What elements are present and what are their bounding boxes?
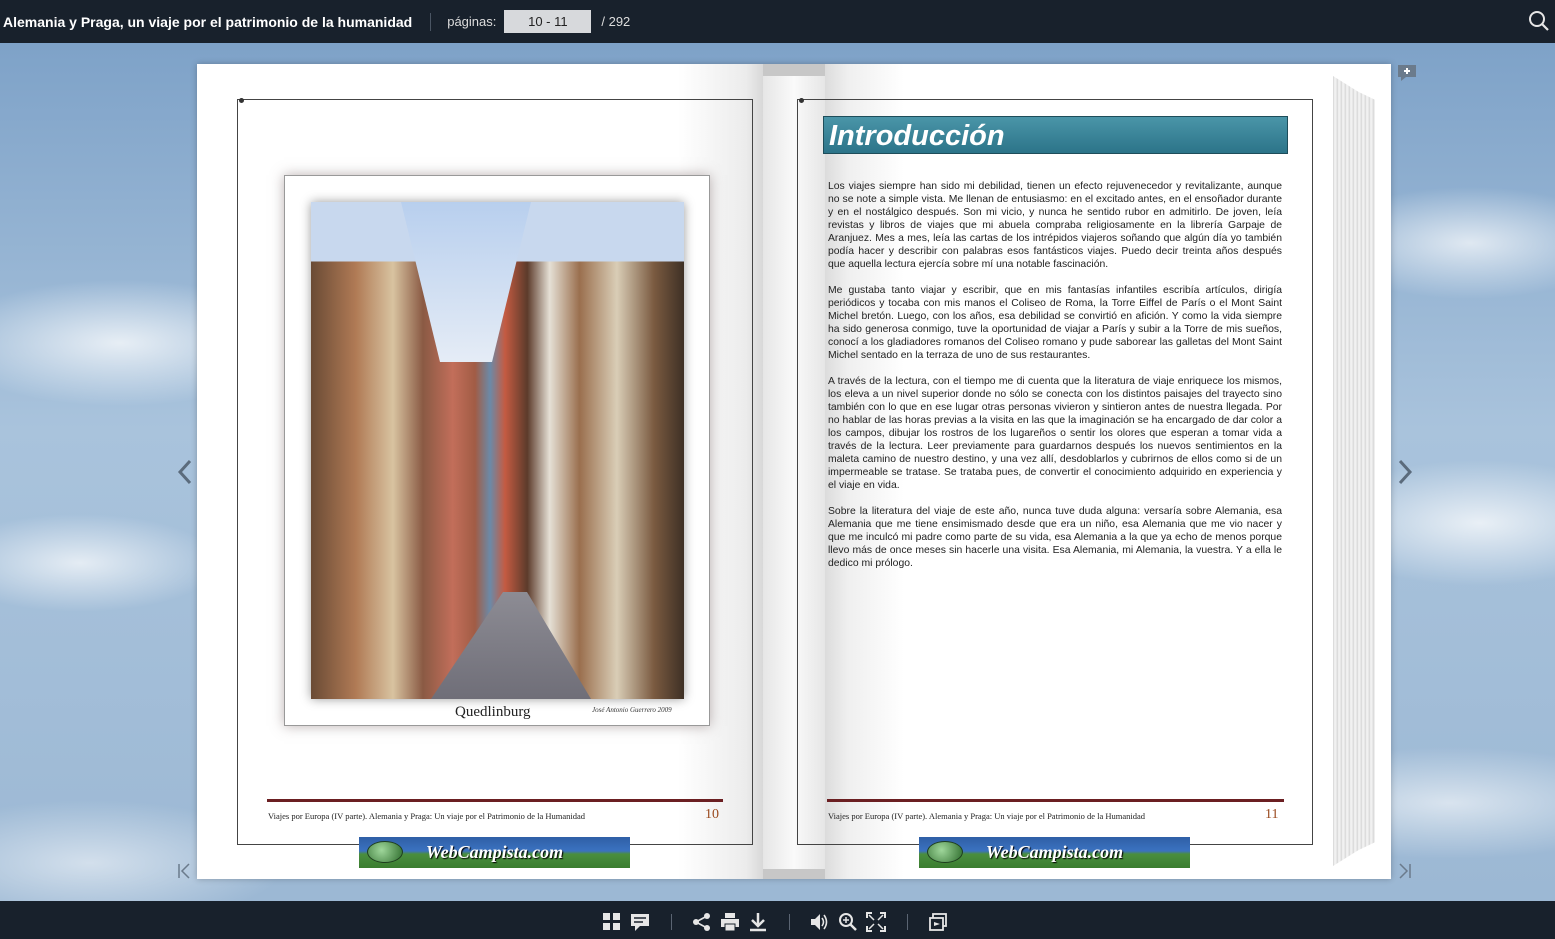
sound-icon[interactable] bbox=[809, 912, 829, 932]
fullscreen-icon[interactable] bbox=[866, 912, 886, 932]
photo-card: Quedlinburg José Antonio Guerrero 2009 bbox=[284, 175, 710, 726]
intro-text: Los viajes siempre han sido mi debilidad… bbox=[828, 180, 1282, 583]
left-page[interactable]: Quedlinburg José Antonio Guerrero 2009 V… bbox=[197, 64, 763, 879]
photo-street bbox=[431, 592, 591, 699]
section-heading: Introducción bbox=[823, 116, 1288, 154]
paragraph: Sobre la literatura del viaje de este añ… bbox=[828, 506, 1282, 569]
webcampista-banner[interactable]: WebCampista.com bbox=[359, 837, 630, 868]
footer-text: Viajes por Europa (IV parte). Alemania y… bbox=[268, 811, 586, 821]
banner-text: WebCampista.com bbox=[985, 842, 1124, 862]
toolbar-divider bbox=[907, 914, 908, 930]
toolbar-divider bbox=[789, 914, 790, 930]
zoom-icon[interactable] bbox=[838, 912, 858, 932]
globe-icon bbox=[927, 841, 963, 863]
globe-icon bbox=[367, 841, 403, 863]
page-number: 11 bbox=[1265, 807, 1279, 822]
page-edges bbox=[1333, 76, 1375, 866]
title-divider bbox=[430, 12, 432, 31]
first-page-icon[interactable] bbox=[176, 862, 194, 880]
spine-bottom bbox=[763, 869, 825, 879]
last-page-icon[interactable] bbox=[1395, 862, 1413, 880]
search-icon[interactable] bbox=[1528, 10, 1550, 32]
download-icon[interactable] bbox=[748, 912, 768, 932]
page-number: 10 bbox=[705, 807, 719, 822]
add-note-icon[interactable] bbox=[1397, 64, 1417, 82]
pages-icon[interactable] bbox=[928, 912, 948, 932]
webcampista-banner[interactable]: WebCampista.com bbox=[919, 837, 1190, 868]
photo-credit: José Antonio Guerrero 2009 bbox=[592, 706, 672, 714]
next-page-arrow-icon[interactable] bbox=[1394, 455, 1416, 489]
photo-sky bbox=[401, 202, 531, 362]
corner-mark bbox=[239, 98, 244, 103]
page-total: / 292 bbox=[601, 14, 631, 29]
bottom-toolbar bbox=[0, 901, 1555, 939]
previous-page-arrow-icon[interactable] bbox=[174, 455, 196, 489]
paragraph: A través de la lectura, con el tiempo me… bbox=[828, 376, 1282, 491]
footer-rule bbox=[827, 799, 1284, 802]
banner-text: WebCampista.com bbox=[425, 842, 564, 862]
footer-rule bbox=[267, 799, 723, 802]
top-bar: Alemania y Praga, un viaje por el patrim… bbox=[0, 0, 1555, 43]
street-photo bbox=[311, 202, 684, 699]
photo-caption: Quedlinburg bbox=[455, 704, 531, 720]
pages-label: páginas: bbox=[447, 14, 497, 29]
thumbnails-icon[interactable] bbox=[602, 912, 622, 932]
spine-top bbox=[763, 64, 825, 76]
book-title: Alemania y Praga, un viaje por el patrim… bbox=[3, 13, 413, 30]
paragraph: Me gustaba tanto viajar y escribir, que … bbox=[828, 285, 1282, 361]
share-icon[interactable] bbox=[692, 912, 712, 932]
toolbar-divider bbox=[671, 914, 672, 930]
paragraph: Los viajes siempre han sido mi debilidad… bbox=[828, 181, 1282, 270]
page-number-input[interactable] bbox=[504, 10, 592, 33]
footer-text: Viajes por Europa (IV parte). Alemania y… bbox=[828, 811, 1146, 821]
flipbook: Quedlinburg José Antonio Guerrero 2009 V… bbox=[197, 64, 1391, 879]
comments-icon[interactable] bbox=[630, 912, 650, 932]
corner-mark bbox=[799, 98, 804, 103]
print-icon[interactable] bbox=[720, 912, 740, 932]
